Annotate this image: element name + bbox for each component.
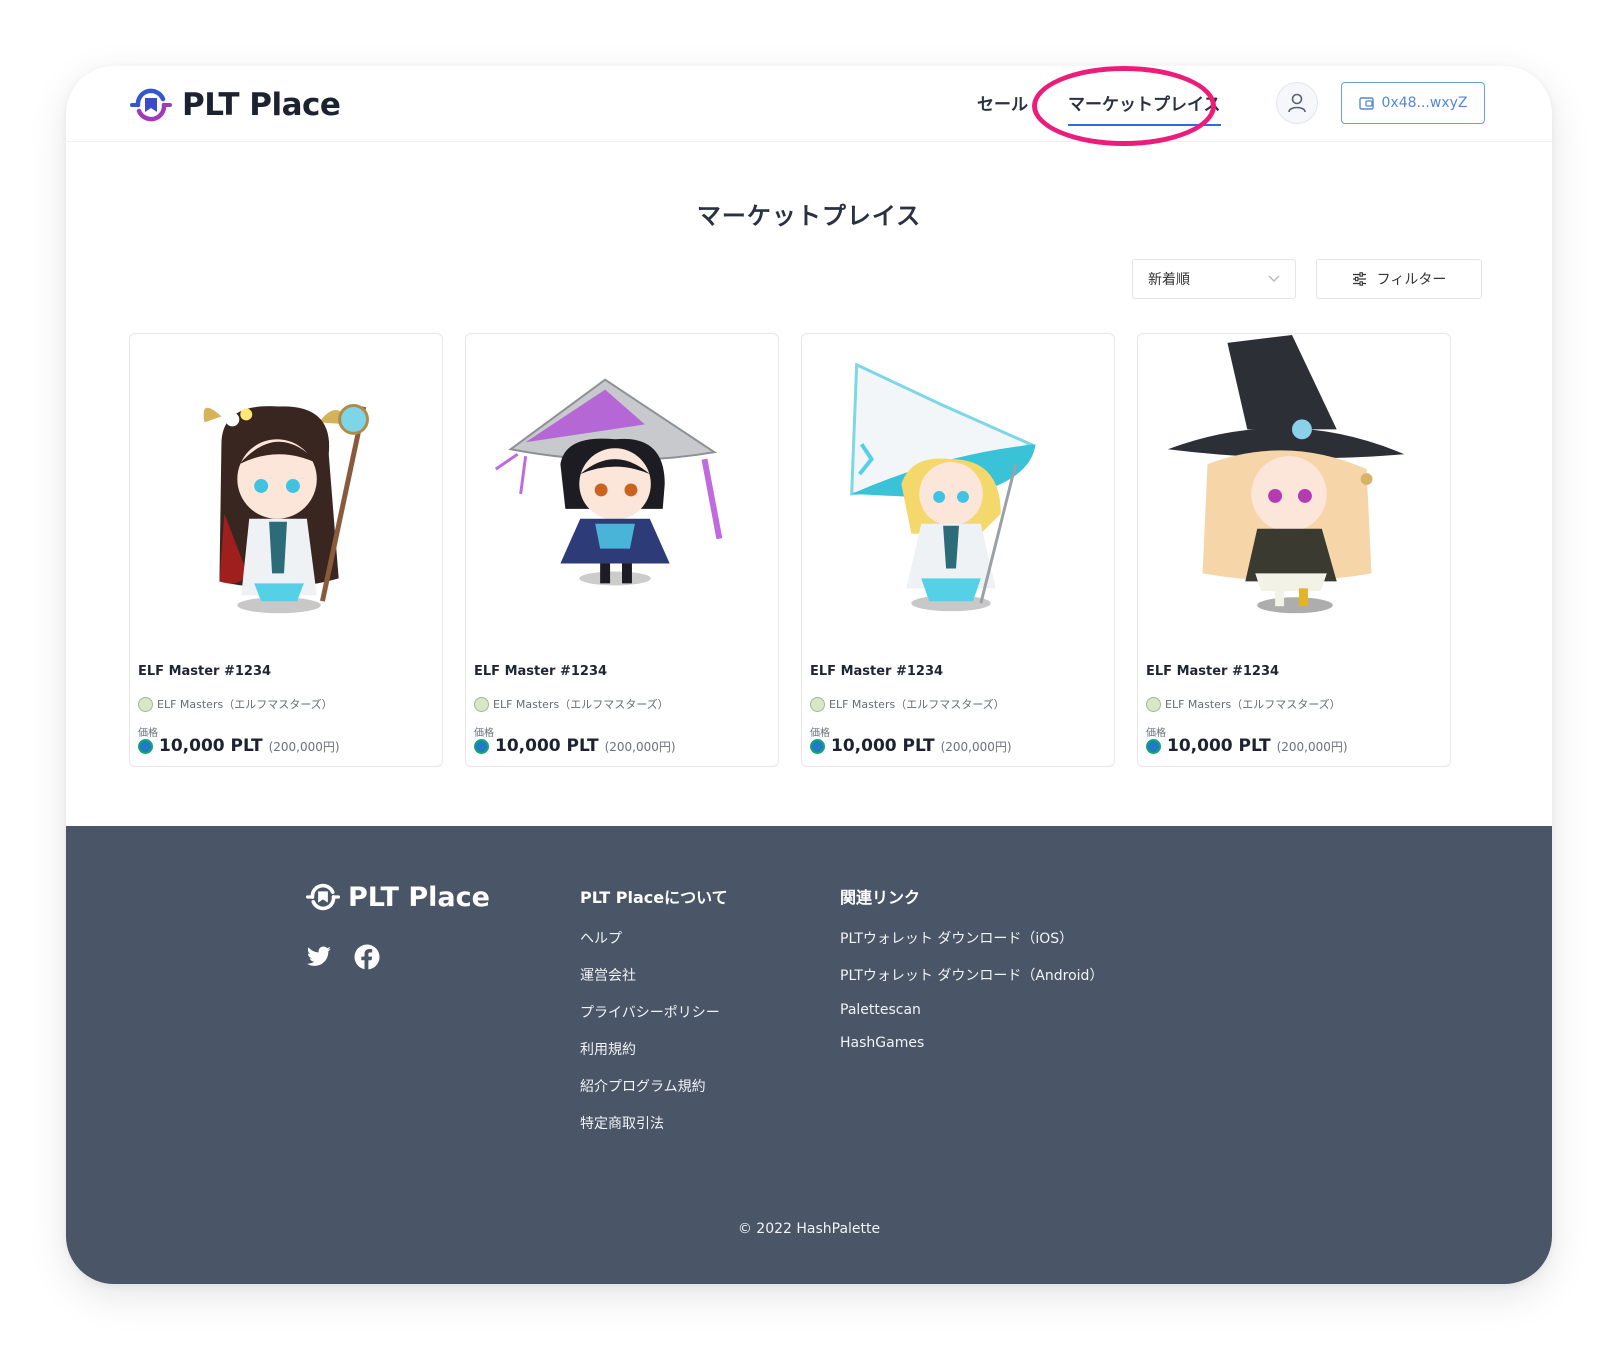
price-yen: (200,000円) <box>940 740 1012 754</box>
footer-link-hashgames[interactable]: HashGames <box>840 1035 1103 1051</box>
price-plt: 10,000 PLT <box>831 736 935 756</box>
filter-button[interactable]: フィルター <box>1316 259 1482 299</box>
nav-link-marketplace[interactable]: マーケットプレイス <box>1068 90 1221 126</box>
collection-icon <box>1146 696 1161 712</box>
nft-name: ELF Master #1234 <box>810 664 944 679</box>
footer-link-privacy[interactable]: プライバシーポリシー <box>580 1002 728 1022</box>
nft-name: ELF Master #1234 <box>138 664 272 679</box>
collection-name: ELF Masters（エルフマスターズ） <box>493 698 669 711</box>
footer-link-commercial-law[interactable]: 特定商取引法 <box>580 1113 728 1133</box>
chevron-down-icon <box>1268 275 1280 282</box>
wallet-icon <box>1358 96 1374 110</box>
plt-token-icon <box>474 738 489 754</box>
plt-token-icon <box>1146 738 1161 754</box>
footer-link-help[interactable]: ヘルプ <box>580 928 728 948</box>
app-window: PLT Place セール マーケットプレイス 0x48...wxyZ マーケッ… <box>66 66 1552 1284</box>
nft-card[interactable]: ELF Master #1234 ELF Masters（エルフマスターズ） 価… <box>129 333 443 767</box>
wallet-address: 0x48...wxyZ <box>1381 95 1468 111</box>
copyright: © 2022 HashPalette <box>737 1221 881 1237</box>
sort-value: 新着順 <box>1148 272 1190 288</box>
plt-logo-icon <box>130 88 172 122</box>
nft-character-image <box>494 378 723 586</box>
nft-collection[interactable]: ELF Masters（エルフマスターズ） <box>1146 696 1341 712</box>
nft-character-image <box>203 404 369 614</box>
price-yen: (200,000円) <box>604 740 676 754</box>
nft-character-image <box>850 362 1036 612</box>
collection-name: ELF Masters（エルフマスターズ） <box>829 698 1005 711</box>
footer-brand-logo[interactable]: PLT Place <box>306 880 490 914</box>
nft-name: ELF Master #1234 <box>1146 664 1280 679</box>
nft-collection[interactable]: ELF Masters（エルフマスターズ） <box>810 696 1005 712</box>
collection-icon <box>474 696 489 712</box>
nft-price: 10,000 PLT (200,000円) <box>810 736 1012 756</box>
price-yen: (200,000円) <box>268 740 340 754</box>
wallet-address-button[interactable]: 0x48...wxyZ <box>1341 82 1485 124</box>
nft-collection[interactable]: ELF Masters（エルフマスターズ） <box>474 696 669 712</box>
nft-name: ELF Master #1234 <box>474 664 608 679</box>
plt-token-icon <box>138 738 153 754</box>
nft-price: 10,000 PLT (200,000円) <box>138 736 340 756</box>
price-plt: 10,000 PLT <box>159 736 263 756</box>
sort-select[interactable]: 新着順 <box>1132 259 1296 299</box>
footer-link-wallet-android[interactable]: PLTウォレット ダウンロード（Android） <box>840 965 1103 985</box>
nft-character-image <box>1167 334 1405 614</box>
brand-logo[interactable]: PLT Place <box>130 84 341 126</box>
nft-card[interactable]: ELF Master #1234 ELF Masters（エルフマスターズ） 価… <box>1137 333 1451 767</box>
footer-brand-name: PLT Place <box>348 881 490 913</box>
filter-sliders-icon <box>1352 272 1366 286</box>
nft-price: 10,000 PLT (200,000円) <box>474 736 676 756</box>
price-yen: (200,000円) <box>1276 740 1348 754</box>
footer-link-company[interactable]: 運営会社 <box>580 965 728 985</box>
footer-link-referral-terms[interactable]: 紹介プログラム規約 <box>580 1076 728 1096</box>
price-plt: 10,000 PLT <box>495 736 599 756</box>
social-links <box>306 944 380 970</box>
page-title: マーケットプレイス <box>696 202 922 230</box>
footer-about-column: PLT Placeについて ヘルプ 運営会社 プライバシーポリシー 利用規約 紹… <box>580 884 728 1150</box>
brand-name: PLT Place <box>182 87 341 123</box>
collection-icon <box>810 696 825 712</box>
user-icon <box>1288 93 1306 113</box>
nft-card[interactable]: ELF Master #1234 ELF Masters（エルフマスターズ） 価… <box>465 333 779 767</box>
footer-related-column: 関連リンク PLTウォレット ダウンロード（iOS） PLTウォレット ダウンロ… <box>840 884 1103 1068</box>
footer-related-heading: 関連リンク <box>840 888 921 907</box>
plt-logo-icon <box>306 883 340 911</box>
nav-link-sale[interactable]: セール <box>977 90 1028 115</box>
footer-link-terms[interactable]: 利用規約 <box>580 1039 728 1059</box>
collection-name: ELF Masters（エルフマスターズ） <box>1165 698 1341 711</box>
facebook-icon[interactable] <box>354 944 380 970</box>
collection-icon <box>138 696 153 712</box>
user-account-button[interactable] <box>1276 82 1318 124</box>
nft-collection[interactable]: ELF Masters（エルフマスターズ） <box>138 696 333 712</box>
footer-link-wallet-ios[interactable]: PLTウォレット ダウンロード（iOS） <box>840 928 1103 948</box>
plt-token-icon <box>810 738 825 754</box>
nft-card[interactable]: ELF Master #1234 ELF Masters（エルフマスターズ） 価… <box>801 333 1115 767</box>
collection-name: ELF Masters（エルフマスターズ） <box>157 698 333 711</box>
site-footer: PLT Place PLT Placeについて ヘルプ 運営会社 プライバシーポ… <box>66 826 1552 1284</box>
filter-label: フィルター <box>1376 272 1447 288</box>
price-plt: 10,000 PLT <box>1167 736 1271 756</box>
nft-price: 10,000 PLT (200,000円) <box>1146 736 1348 756</box>
twitter-icon[interactable] <box>306 944 332 970</box>
footer-about-heading: PLT Placeについて <box>580 888 728 907</box>
footer-link-palettescan[interactable]: Palettescan <box>840 1002 1103 1018</box>
site-header: PLT Place セール マーケットプレイス 0x48...wxyZ <box>66 66 1552 146</box>
